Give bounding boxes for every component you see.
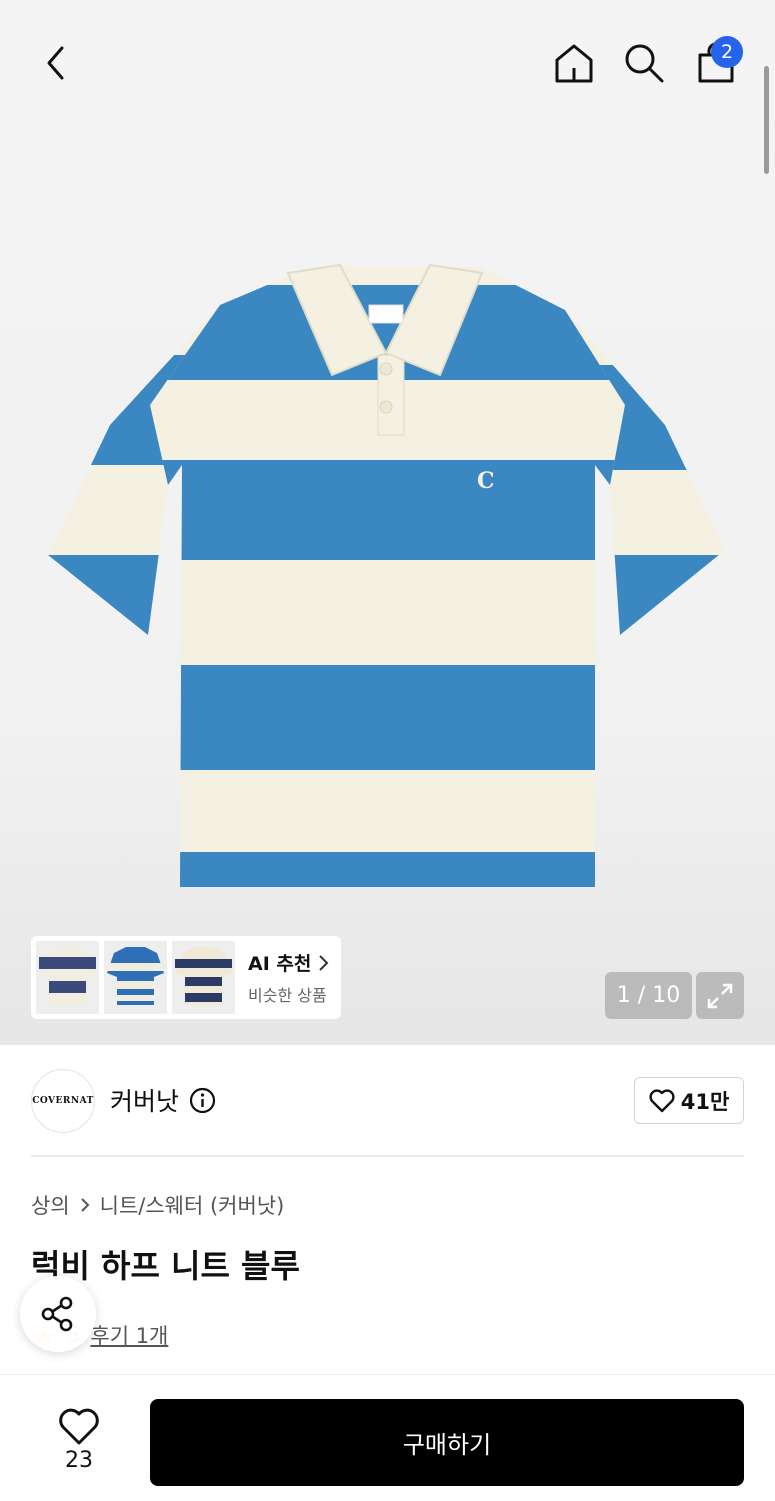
brand-link[interactable]: 커버낫 [110,1082,216,1118]
home-icon [555,44,593,83]
product-image-gallery[interactable]: 2 C AI 추천 비슷한 상품 1 / 10 [0,0,775,1045]
cart-count-badge: 2 [711,36,743,68]
ai-recommend-text: AI 추천 비슷한 상품 [248,949,329,1006]
breadcrumb-category[interactable]: 상의 [31,1190,70,1220]
review-link[interactable]: 후기 1개 [90,1320,168,1350]
search-button[interactable] [620,38,668,88]
svg-text:C: C [477,468,495,494]
image-counter: 1 / 10 [605,972,692,1019]
chevron-right-icon [80,1198,90,1212]
ai-recommend-label: AI 추천 [248,953,312,975]
chevron-right-icon [319,954,329,971]
brand-logo-text: COVERNAT [32,1096,94,1106]
buy-button[interactable]: 구매하기 [150,1399,744,1486]
expand-icon [707,983,733,1008]
share-icon [41,1296,73,1332]
heart-icon [649,1088,675,1112]
expand-button[interactable] [696,972,744,1019]
breadcrumb: 상의 니트/스웨터 (커버낫) [31,1190,284,1220]
similar-product-thumbnail[interactable] [104,941,167,1014]
brand-name: 커버낫 [110,1087,180,1116]
ai-recommend-card[interactable]: AI 추천 비슷한 상품 [31,936,341,1019]
ai-recommend-title: AI 추천 [248,949,329,976]
scrollbar[interactable] [764,66,769,174]
wishlist-button[interactable]: 23 [40,1400,118,1480]
similar-product-thumbnail[interactable] [172,941,235,1014]
navy-stripe-shirt-thumbnail [39,947,96,1005]
brand-logo[interactable]: COVERNAT [31,1069,95,1133]
divider [31,1155,744,1157]
brand-like-button[interactable]: 41만 [634,1077,744,1124]
heart-icon [59,1408,99,1444]
share-button[interactable] [20,1276,96,1352]
ai-recommend-subtitle: 비슷한 상품 [248,986,327,1005]
wishlist-count: 23 [65,1447,93,1473]
chevron-left-icon [47,46,64,80]
back-button[interactable] [32,38,80,88]
product-image: C [48,263,725,887]
similar-product-thumbnail[interactable] [36,941,99,1014]
home-button[interactable] [550,38,598,88]
breadcrumb-subcategory[interactable]: 니트/스웨터 (커버낫) [100,1190,285,1220]
info-icon[interactable] [189,1087,216,1114]
blue-stripe-shirt-thumbnail [107,947,164,1005]
search-icon [625,44,664,83]
brand-like-count: 41만 [680,1089,730,1114]
navy-cream-shirt-thumbnail [175,947,232,1005]
